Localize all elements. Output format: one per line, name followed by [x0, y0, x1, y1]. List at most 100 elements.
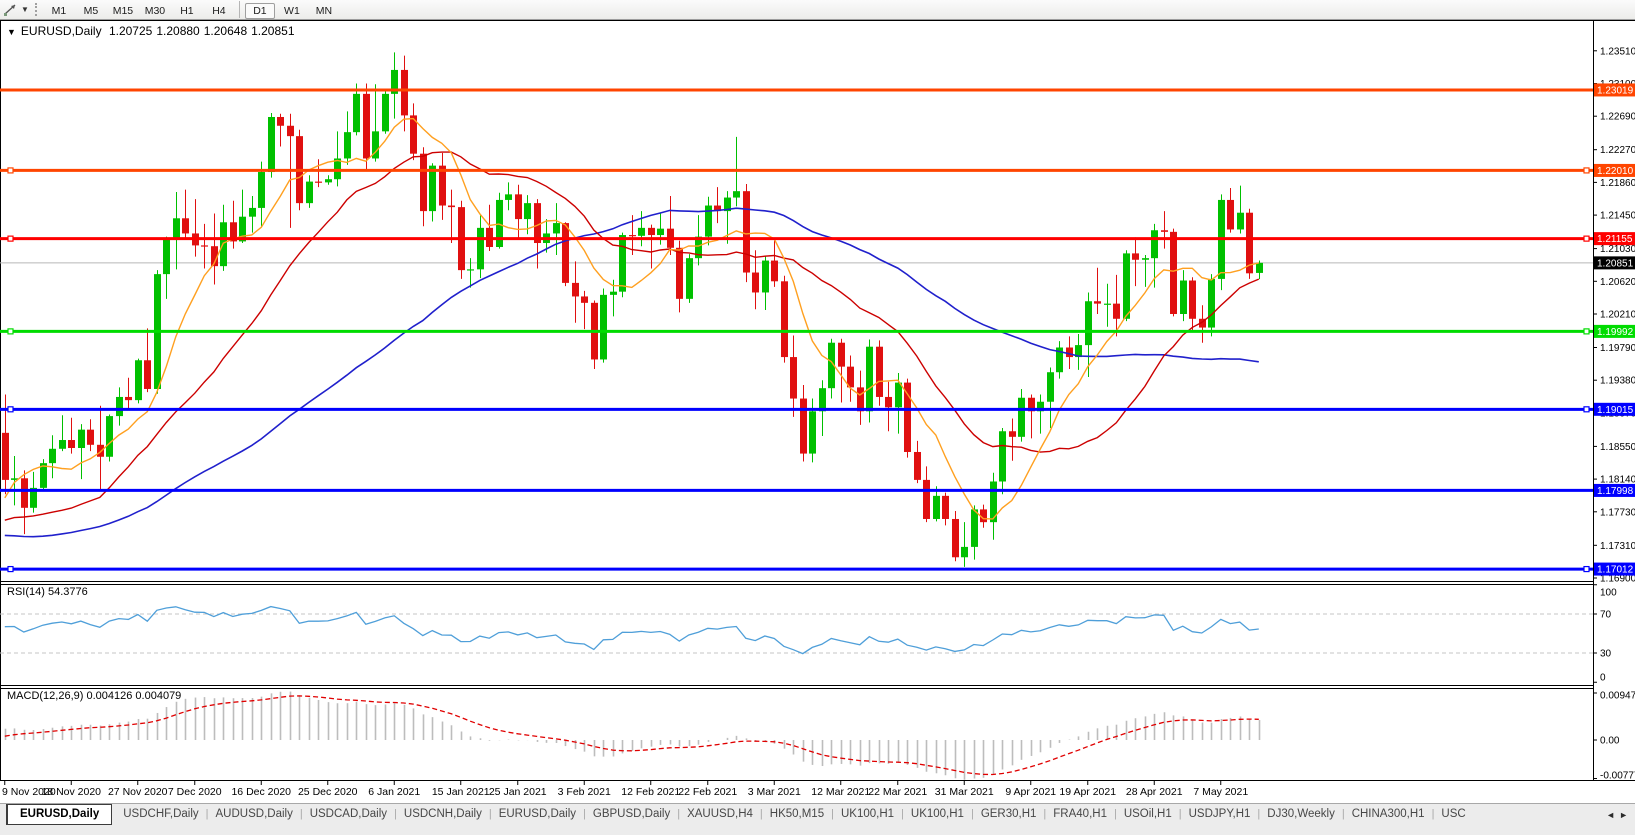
- hline-handle[interactable]: [7, 328, 14, 335]
- chart-tab-uk100-h1[interactable]: UK100,H1: [834, 804, 901, 825]
- timeframe-buttons: M1 M5 M15 M30 H1 H4 D1 W1 MN: [43, 0, 340, 19]
- svg-text:1.20851: 1.20851: [1597, 258, 1634, 269]
- svg-text:1.22010: 1.22010: [1597, 166, 1634, 177]
- rsi-indicator-label: RSI(14) 54.3776: [7, 586, 88, 598]
- svg-text:0.009478: 0.009478: [1600, 691, 1635, 702]
- ma-fast-line: [4, 117, 1259, 520]
- rsi-value: 54.3776: [47, 586, 88, 598]
- hline-handle[interactable]: [7, 565, 14, 573]
- chart-tab-uk100-h1[interactable]: UK100,H1: [904, 804, 971, 825]
- hline-handle[interactable]: [1583, 235, 1590, 242]
- timeframe-button-mn[interactable]: MN: [309, 3, 339, 19]
- chart-tab-fra40-h1[interactable]: FRA40,H1: [1046, 804, 1114, 825]
- date-axis: 9 Nov 202018 Nov 2020 27 Nov 2020 7 Dec 20…: [2, 781, 1248, 798]
- chart-tab-usdcnh-daily[interactable]: USDCNH,Daily: [397, 804, 489, 825]
- chart-frame: [0, 20, 1635, 781]
- ohlc-open: 1.20725: [108, 24, 153, 38]
- svg-text:1.21030: 1.21030: [1600, 244, 1635, 255]
- timeframe-button-m30[interactable]: M30: [140, 3, 170, 19]
- tabs-scroll-left-icon[interactable]: ◄: [1606, 810, 1619, 820]
- hline-handle[interactable]: [7, 235, 14, 242]
- tool-dropdown-caret-icon[interactable]: ▼: [21, 5, 29, 14]
- timeframe-button-h4[interactable]: H4: [204, 3, 234, 19]
- svg-text:70: 70: [1600, 610, 1612, 621]
- svg-text:1.20210: 1.20210: [1600, 310, 1635, 321]
- svg-text:6 Jan 2021: 6 Jan 2021: [368, 786, 420, 798]
- svg-text:100: 100: [1600, 588, 1617, 599]
- svg-text:31 Mar 2021: 31 Mar 2021: [935, 786, 994, 798]
- svg-text:-0.00777: -0.00777: [1600, 771, 1635, 782]
- svg-text:12 Mar 2021: 12 Mar 2021: [811, 786, 870, 798]
- timeframe-button-w1[interactable]: W1: [277, 3, 307, 19]
- chart-symbol-label: EURUSD,Daily: [20, 24, 102, 38]
- svg-text:7 May 2021: 7 May 2021: [1193, 786, 1248, 798]
- crosshair-tool-icon[interactable]: [2, 2, 20, 17]
- hline-handle[interactable]: [7, 406, 14, 413]
- toolbar-grip[interactable]: [34, 3, 37, 16]
- svg-text:1.20620: 1.20620: [1600, 277, 1635, 288]
- timeframe-button-m5[interactable]: M5: [76, 3, 106, 19]
- timeframe-button-h1[interactable]: H1: [172, 3, 202, 19]
- chart-tab-usdjpy-h1[interactable]: USDJPY,H1: [1182, 804, 1258, 825]
- chart-tab-dj30-weekly[interactable]: DJ30,Weekly: [1260, 804, 1342, 825]
- hline-handle[interactable]: [1583, 565, 1590, 573]
- svg-text:1.19790: 1.19790: [1600, 343, 1635, 354]
- ohlc-high: 1.20880: [156, 24, 200, 38]
- svg-text:1.17998: 1.17998: [1597, 486, 1634, 497]
- chart-tab-ger30-h1[interactable]: GER30,H1: [974, 804, 1044, 825]
- chart-tab-china300-h1[interactable]: CHINA300,H1: [1345, 804, 1432, 825]
- chart-tab-gbpusd-daily[interactable]: GBPUSD,Daily: [586, 804, 677, 825]
- macd-signal-line: [4, 695, 1259, 776]
- chart-tab-xauusd-h4[interactable]: XAUUSD,H4: [680, 804, 760, 825]
- svg-text:30: 30: [1600, 649, 1612, 660]
- chart-tab-usdchf-daily[interactable]: USDCHF,Daily: [116, 804, 205, 825]
- timeframe-button-m1[interactable]: M1: [44, 3, 74, 19]
- svg-text:25 Jan 2021: 25 Jan 2021: [489, 786, 547, 798]
- hline-handle[interactable]: [7, 167, 14, 174]
- svg-text:1.21155: 1.21155: [1597, 234, 1633, 245]
- ohlc-low: 1.20648: [203, 24, 248, 38]
- chart-title: ▼ EURUSD,Daily 1.20725 1.20880 1.20648 1.208…: [7, 24, 299, 38]
- price-axis: 1.235101.231001.226901.222701.218601.214…: [1593, 46, 1635, 585]
- svg-text:1.17310: 1.17310: [1600, 541, 1635, 552]
- svg-text:1.19015: 1.19015: [1597, 405, 1634, 416]
- svg-text:1.23019: 1.23019: [1597, 85, 1634, 96]
- collapse-triangle-icon[interactable]: ▼: [7, 27, 16, 37]
- svg-text:15 Jan 2021: 15 Jan 2021: [432, 786, 490, 798]
- hline-handle[interactable]: [1583, 167, 1590, 174]
- svg-text:3 Feb 2021: 3 Feb 2021: [558, 786, 611, 798]
- svg-text:1.23510: 1.23510: [1600, 46, 1635, 57]
- chart-tab-hk50-m15[interactable]: HK50,M15: [763, 804, 831, 825]
- svg-text:27 Nov 2020: 27 Nov 2020: [108, 786, 168, 798]
- svg-text:0: 0: [1600, 673, 1606, 684]
- macd-histogram: [4, 691, 1261, 780]
- svg-text:25 Dec 2020: 25 Dec 2020: [298, 786, 358, 798]
- chart-tab-usdcad-daily[interactable]: USDCAD,Daily: [303, 804, 394, 825]
- macd-indicator-label: MACD(12,26,9) 0.004126 0.004079: [7, 690, 182, 702]
- chart-tab-eurusd-daily[interactable]: EURUSD,Daily: [6, 804, 113, 825]
- chart-tab-audusd-daily[interactable]: AUDUSD,Daily: [209, 804, 300, 825]
- hline-handle[interactable]: [1583, 328, 1590, 335]
- ma-slow-line: [4, 207, 1259, 538]
- svg-text:1.19380: 1.19380: [1600, 376, 1635, 387]
- timeframe-button-m15[interactable]: M15: [108, 3, 138, 19]
- svg-text:1.21450: 1.21450: [1600, 211, 1635, 222]
- chart-tab-bar: EURUSD,Daily USDCHF,Daily | AUDUSD,Daily | US…: [0, 803, 1635, 835]
- svg-text:1.19992: 1.19992: [1597, 327, 1634, 338]
- chart-tab-usc[interactable]: USC: [1434, 804, 1472, 825]
- horizontal-levels: [0, 88, 1593, 573]
- svg-text:7 Dec 2020: 7 Dec 2020: [168, 786, 222, 798]
- top-toolbar: ▼ M1 M5 M15 M30 H1 H4 D1 W1 MN: [0, 0, 1635, 20]
- svg-text:22 Mar 2021: 22 Mar 2021: [868, 786, 927, 798]
- mt4-window: { "toolbar": { "timeframes": ["M1","M5",…: [0, 0, 1635, 835]
- svg-text:0.00: 0.00: [1600, 736, 1620, 747]
- moving-averages: [4, 117, 1260, 538]
- chart-tab-eurusd-daily[interactable]: EURUSD,Daily: [492, 804, 583, 825]
- tabs-scroll-right-icon[interactable]: ►: [1619, 810, 1632, 820]
- svg-text:16 Dec 2020: 16 Dec 2020: [231, 786, 291, 798]
- chart-tab-usoil-h1[interactable]: USOil,H1: [1117, 804, 1179, 825]
- hline-handle[interactable]: [1583, 406, 1590, 413]
- macd-values: 0.004126 0.004079: [86, 690, 182, 702]
- price-chart-canvas[interactable]: 1.235101.231001.226901.222701.218601.214…: [0, 0, 1635, 834]
- timeframe-button-d1[interactable]: D1: [244, 2, 275, 19]
